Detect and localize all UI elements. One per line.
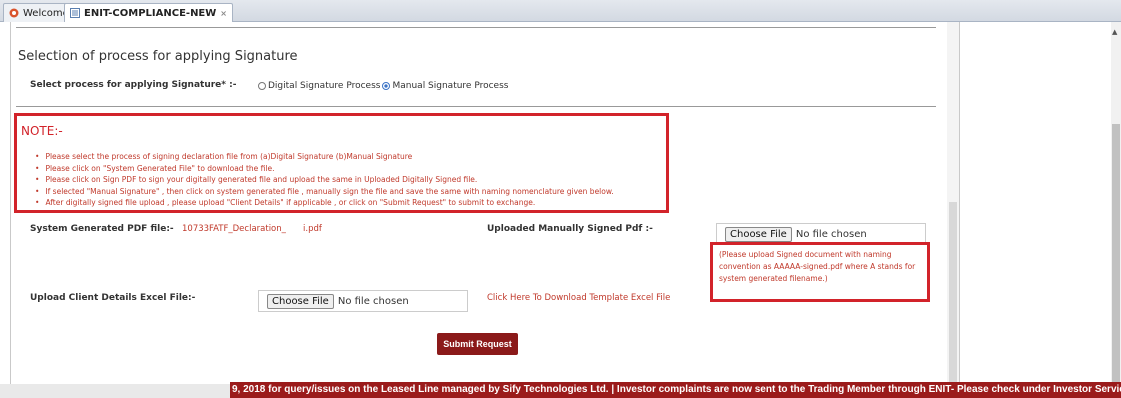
file-status: No file chosen [795, 228, 867, 240]
scroll-thumb[interactable] [1112, 124, 1120, 390]
close-icon[interactable]: × [220, 9, 227, 18]
submit-request-button[interactable]: Submit Request [437, 333, 518, 355]
note-box: NOTE:- Please select the process of sign… [14, 113, 669, 213]
manual-signature-radio[interactable] [382, 82, 391, 90]
right-pane [961, 22, 1111, 384]
signature-process-radio-group: Digital Signature Process Manual Signatu… [258, 81, 508, 91]
note-item: If selected "Manual Signature" , then cl… [35, 186, 613, 198]
note-item: After digitally signed file upload , ple… [35, 197, 614, 209]
divider [16, 106, 936, 107]
digital-signature-radio[interactable] [258, 82, 266, 90]
form-icon [70, 8, 80, 18]
naming-hint-text: (Please upload Signed document with nami… [719, 250, 916, 283]
system-pdf-label: System Generated PDF file:- [30, 224, 174, 234]
welcome-icon [9, 8, 19, 18]
tab-label: Welcome [23, 7, 69, 19]
note-list: Please select the process of signing dec… [35, 151, 614, 209]
note-item: Please click on "System Generated File" … [35, 163, 614, 175]
choose-file-button[interactable]: Choose File [267, 293, 334, 309]
file-status: No file chosen [337, 295, 409, 307]
client-excel-label: Upload Client Details Excel File:- [30, 293, 196, 303]
naming-hint-box: (Please upload Signed document with nami… [710, 242, 930, 302]
system-pdf-link-suffix[interactable]: i.pdf [303, 224, 322, 234]
note-item: Please click on Sign PDF to sign your di… [35, 174, 614, 186]
inner-scrollbar[interactable] [947, 22, 959, 384]
download-template-link[interactable]: Click Here To Download Template Excel Fi… [487, 293, 670, 303]
tab-label: ENIT-COMPLIANCE-NEW [84, 7, 217, 19]
note-item: Please select the process of signing dec… [35, 151, 614, 163]
inner-scroll-thumb[interactable] [949, 202, 957, 382]
signature-process-label: Select process for applying Signature* :… [30, 80, 237, 90]
news-ticker: 9, 2018 for query/issues on the Leased L… [230, 382, 1121, 398]
page-scrollbar[interactable]: ▲ [1111, 22, 1121, 390]
choose-file-button[interactable]: Choose File [725, 226, 792, 242]
tab-enit-compliance[interactable]: ENIT-COMPLIANCE-NEW × [64, 3, 233, 22]
divider [16, 27, 936, 28]
note-title: NOTE:- [21, 124, 63, 138]
client-excel-file-input[interactable]: Choose File No file chosen [258, 290, 468, 312]
section-title: Selection of process for applying Signat… [18, 49, 298, 64]
digital-signature-label[interactable]: Digital Signature Process [268, 81, 380, 91]
system-pdf-link[interactable]: 10733FATF_Declaration_ [182, 224, 286, 234]
tab-bar: Welcome ENIT-COMPLIANCE-NEW × [0, 0, 1121, 22]
scroll-up-icon[interactable]: ▲ [1112, 28, 1117, 36]
uploaded-pdf-label: Uploaded Manually Signed Pdf :- [487, 224, 653, 234]
status-bar [0, 384, 230, 398]
manual-signature-label[interactable]: Manual Signature Process [392, 81, 508, 91]
